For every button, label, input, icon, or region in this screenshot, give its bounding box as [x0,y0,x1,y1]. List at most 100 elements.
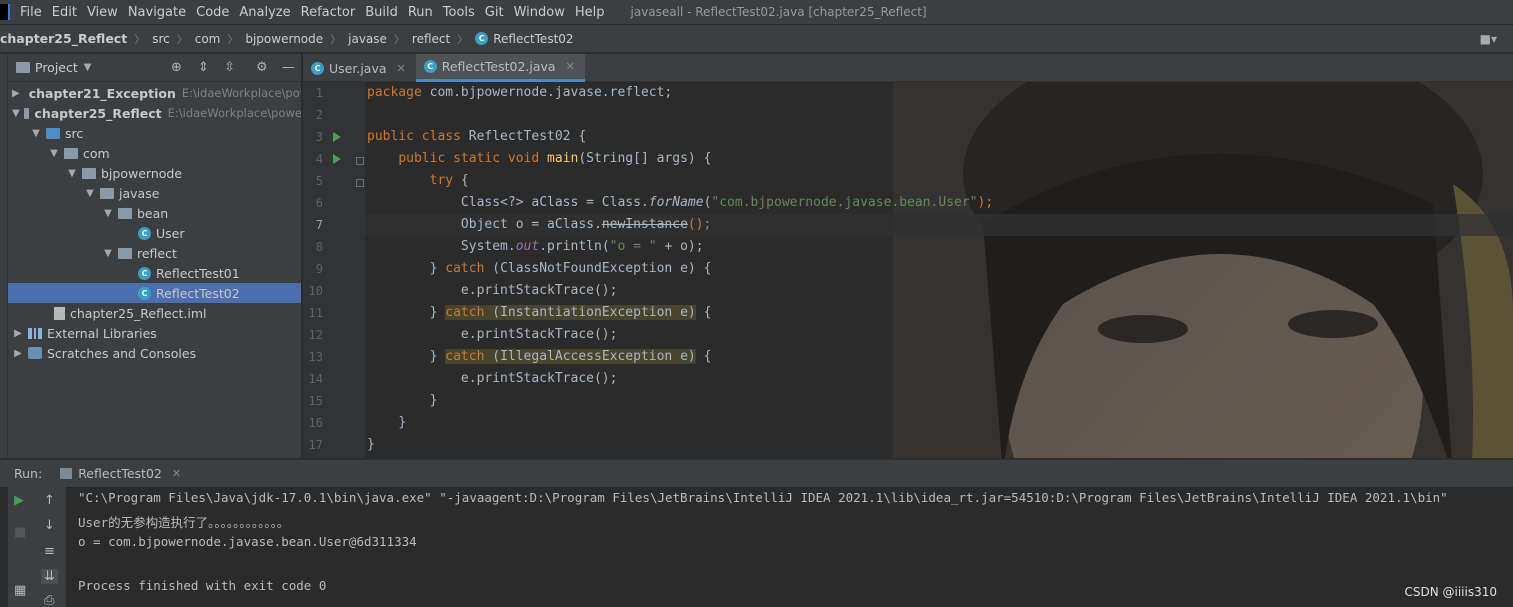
tree-item-label: javase [119,185,160,201]
chevron-right-icon: 〉 [134,32,146,46]
collapse-all-icon[interactable]: ⇳ [224,60,235,75]
chevron-down-icon[interactable]: ▼ [102,248,114,259]
close-icon[interactable]: ✕ [566,60,575,73]
tab-label: User.java [329,60,387,76]
code-token: } [367,437,375,452]
menu-tools[interactable]: Tools [443,5,475,20]
tree-item-src[interactable]: ▼ src [8,123,301,143]
menu-edit[interactable]: Edit [52,5,77,20]
line-number: 2 [315,108,323,122]
close-icon[interactable]: ✕ [397,62,406,75]
run-main-icon[interactable] [333,154,341,164]
chevron-right-icon: 〉 [227,32,239,46]
expand-all-icon[interactable]: ⇕ [198,60,209,75]
breadcrumb-reflect[interactable]: reflect [412,32,450,46]
class-icon: C [138,286,151,300]
console-output[interactable]: "C:\Program Files\Java\jdk-17.0.1\bin\ja… [66,487,1513,607]
intellij-logo-icon [0,4,10,20]
tree-item-reflect[interactable]: ▼ reflect [8,243,301,263]
menu-git[interactable]: Git [485,5,504,20]
chevron-down-icon[interactable]: ▼ [84,62,92,73]
tree-item-reflecttest01[interactable]: C ReflectTest01 [8,263,301,283]
layout-icon[interactable]: ▦ [14,583,26,598]
tab-reflecttest02-java[interactable]: C ReflectTest02.java ✕ [415,54,585,82]
chevron-right-icon[interactable]: ▶ [12,88,20,99]
library-icon [28,327,42,339]
code-token: try [429,173,454,188]
fold-icon[interactable] [356,157,364,165]
tree-item-reflecttest02[interactable]: C ReflectTest02 [8,283,301,303]
user-account-icon[interactable]: ■▾ [1480,32,1497,46]
menu-run[interactable]: Run [408,5,433,20]
tree-item-label: External Libraries [47,325,157,341]
soft-wrap-icon[interactable]: ≡ [44,544,55,559]
tab-user-java[interactable]: C User.java ✕ [303,54,416,82]
module-file-icon [54,306,65,320]
tree-item-iml[interactable]: chapter25_Reflect.iml [8,303,301,323]
chevron-right-icon[interactable]: ▶ [12,348,24,359]
code-line-16: } [365,412,1513,434]
breadcrumb-javase[interactable]: javase [348,32,387,46]
tree-item-label: bean [137,205,169,221]
chevron-down-icon[interactable]: ▼ [12,108,20,119]
tree-item-user[interactable]: C User [8,223,301,243]
menu-help[interactable]: Help [575,5,605,20]
menu-navigate[interactable]: Navigate [128,5,186,20]
breadcrumb-com[interactable]: com [195,32,221,46]
chevron-down-icon[interactable]: ▼ [84,188,96,199]
close-icon[interactable]: ✕ [172,467,181,480]
tree-item-chapter25[interactable]: ▼ chapter25_Reflect E:\idaeWorkplace\pow… [8,103,301,123]
tree-item-bjpowernode[interactable]: ▼ bjpowernode [8,163,301,183]
tree-item-scratches[interactable]: ▶ Scratches and Consoles [8,343,301,363]
breadcrumb-project[interactable]: chapter25_Reflect [0,31,127,46]
chevron-down-icon[interactable]: ▼ [102,208,114,219]
breadcrumb-class[interactable]: C ReflectTest02 [475,32,574,46]
line-number: 4 [315,152,323,166]
tree-item-com[interactable]: ▼ com [8,143,301,163]
menu-build[interactable]: Build [365,5,398,20]
minimize-icon[interactable]: — [282,60,295,75]
menu-analyze[interactable]: Analyze [239,5,290,20]
project-view-dropdown[interactable]: Project [35,60,78,75]
fold-icon[interactable] [356,179,364,187]
menu-code[interactable]: Code [196,5,229,20]
chevron-down-icon[interactable]: ▼ [66,168,78,179]
project-header: Project ▼ ⊕ ⇕ ⇳ ⚙ — [8,54,301,82]
code-token: forName [648,195,704,210]
stop-icon[interactable]: ■ [14,525,26,540]
locate-icon[interactable]: ⊕ [171,60,182,75]
gear-icon[interactable]: ⚙ [256,60,268,75]
code-token: com.bjpowernode.javase.reflect; [421,85,673,100]
up-arrow-icon[interactable]: ↑ [44,493,55,508]
source-folder-icon [46,127,60,139]
tree-item-label: chapter21_Exception [28,85,176,101]
tree-item-bean[interactable]: ▼ bean [8,203,301,223]
chevron-down-icon[interactable]: ▼ [30,128,42,139]
package-icon [118,207,132,219]
menu-view[interactable]: View [87,5,118,20]
code-line-15: } [365,390,1513,412]
chevron-down-icon[interactable]: ▼ [48,148,60,159]
code-area[interactable]: package com.bjpowernode.javase.reflect; … [365,82,1513,458]
chevron-right-icon[interactable]: ▶ [12,328,24,339]
run-tab-reflecttest02[interactable]: ReflectTest02 ✕ [60,466,181,481]
code-line-1: package com.bjpowernode.javase.reflect; [365,82,1513,104]
menu-file[interactable]: File [20,5,42,20]
rerun-icon[interactable]: ▶ [14,493,24,508]
tree-item-chapter21[interactable]: ▶ chapter21_Exception E:\idaeWorkplace\p… [8,83,301,103]
run-config-icon [60,468,73,479]
breadcrumb-bjpowernode[interactable]: bjpowernode [245,32,323,46]
code-line-14: e.printStackTrace(); [365,368,1513,390]
scroll-to-end-icon[interactable]: ⇊ [41,569,58,584]
breadcrumb-src[interactable]: src [152,32,170,46]
tree-item-javase[interactable]: ▼ javase [8,183,301,203]
code-line-7: Object o = aClass.newInstance(); [365,214,1513,236]
down-arrow-icon[interactable]: ↓ [44,518,55,533]
menu-refactor[interactable]: Refactor [301,5,356,20]
print-icon[interactable]: ⎙ [44,593,54,607]
watermark: CSDN @iiiis310 [1404,585,1497,599]
run-class-icon[interactable] [333,132,341,142]
tree-item-external-libraries[interactable]: ▶ External Libraries [8,323,301,343]
chevron-right-icon: 〉 [330,32,342,46]
menu-window[interactable]: Window [514,5,565,20]
